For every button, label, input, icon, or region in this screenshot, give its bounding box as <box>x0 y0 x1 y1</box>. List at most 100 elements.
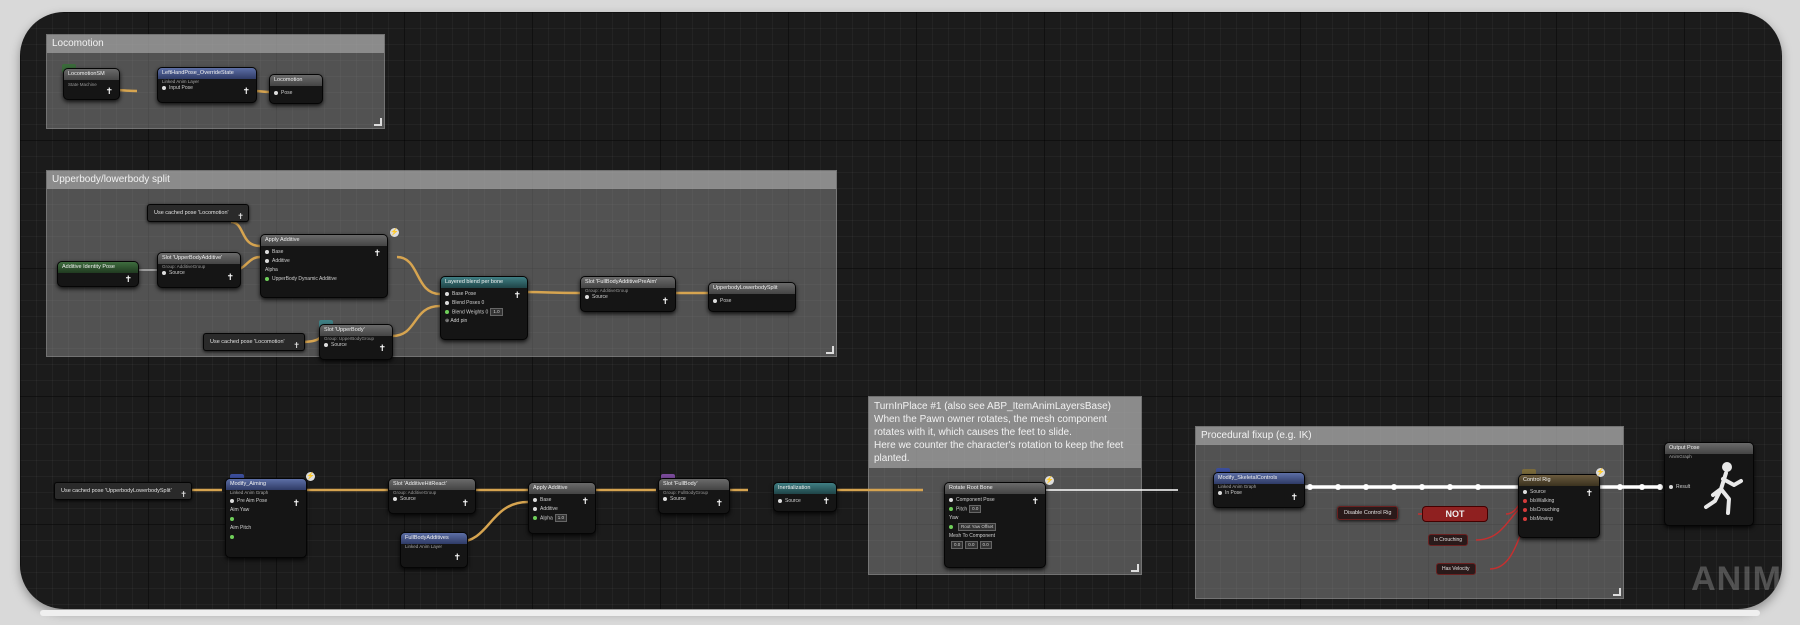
mesh-to-component-values[interactable]: 0.0 0.0 0.0 <box>949 541 1041 550</box>
alpha-value[interactable]: 1.0 <box>554 514 568 522</box>
fullbody-additives-node[interactable]: FullBodyAdditives Linked Anim Layer ✝ <box>400 532 468 568</box>
additive-pin[interactable]: Additive <box>265 257 383 266</box>
fast-path-icon: ⚡ <box>390 228 399 237</box>
input-pose-pin[interactable]: Input Pose <box>158 84 256 93</box>
node-title: Use cached pose 'Locomotion' <box>154 210 229 216</box>
aim-pitch-pin[interactable] <box>230 533 302 542</box>
pose-output-pin[interactable]: ✝ <box>581 497 589 506</box>
node-title: Use cached pose 'UpperbodyLowerbodySplit… <box>61 488 172 494</box>
aim-pitch-label: Aim Pitch <box>230 525 252 531</box>
pose-output-pin[interactable]: ✝ <box>715 499 723 508</box>
node-title: Is Crouching <box>1434 537 1463 543</box>
modify-skeletal-controls-node[interactable]: Modify_SkeletalControls Linked Anim Grap… <box>1213 472 1305 508</box>
pose-output-pin[interactable]: ✝ <box>293 342 300 350</box>
alpha-pin[interactable]: Alpha 1.0 <box>533 514 591 523</box>
aim-yaw-label: Aim Yaw <box>230 507 250 513</box>
pose-output-pin[interactable]: ✝ <box>461 499 469 508</box>
pose-output-pin[interactable]: ✝ <box>373 249 381 258</box>
result-pin[interactable]: Result <box>1669 483 1690 492</box>
pose-output-pin[interactable]: ✝ <box>105 87 113 96</box>
node-title: Use cached pose 'Locomotion' <box>210 339 285 345</box>
base-pose-pin[interactable]: Base Pose <box>445 290 523 299</box>
node-title: Slot 'FullBody' <box>659 479 729 490</box>
not-operator-node[interactable]: NOT <box>1422 506 1488 522</box>
node-title: LocomotionSM <box>64 69 119 80</box>
aim-yaw-pin[interactable] <box>230 515 302 524</box>
pre-aim-pose-pin[interactable]: Pre Aim Pose <box>230 497 302 506</box>
has-velocity-node[interactable]: Has Velocity <box>1436 563 1476 575</box>
node-title: Has Velocity <box>1442 566 1470 572</box>
pose-input-pin[interactable]: Pose <box>270 89 322 98</box>
fast-path-icon: ⚡ <box>1045 476 1054 485</box>
pose-output-pin[interactable]: ✝ <box>237 213 244 221</box>
apply-additive-node[interactable]: Apply Additive Base Additive Alpha Upper… <box>260 234 388 298</box>
source-pin[interactable]: Source <box>1523 488 1595 497</box>
cache-locomotion-node[interactable]: Locomotion Pose <box>269 74 323 104</box>
node-title: Apply Additive <box>529 483 595 494</box>
blend-weights-pin[interactable]: Blend Weights 0 1.0 <box>445 308 523 317</box>
base-pin[interactable]: Base <box>265 248 383 257</box>
is-moving-pin[interactable]: bIsMoving <box>1523 515 1595 524</box>
bottom-scrollbar[interactable] <box>40 610 1760 616</box>
apply-additive-node-2[interactable]: Apply Additive Base Additive Alpha 1.0 ✝ <box>528 482 596 534</box>
anim-graph-canvas[interactable]: Locomotion Upperbody/lowerbody split Tur… <box>20 12 1782 609</box>
yaw-value[interactable]: Root Yaw Offset <box>958 523 997 531</box>
node-title: Additive Identity Pose <box>58 262 138 273</box>
inertialization-node[interactable]: Inertialization Source ✝ <box>773 482 837 512</box>
slot-upperbody-node[interactable]: Slot 'UpperBody' Group: UpperBodyGroup S… <box>319 324 393 360</box>
pose-output-pin[interactable]: ✝ <box>226 273 234 282</box>
yaw-pin[interactable]: Root Yaw Offset <box>949 523 1041 532</box>
control-rig-node[interactable]: Control Rig Source bIsWalking bIsCrouchi… <box>1518 474 1600 538</box>
node-title: Disable Control Rig <box>1344 510 1392 516</box>
add-pin-button[interactable]: ⊕ Add pin <box>445 317 523 326</box>
blend-weight-value[interactable]: 1.0 <box>490 308 503 316</box>
modify-aiming-node[interactable]: Modify_Aiming Linked Anim Graph Pre Aim … <box>225 478 307 558</box>
use-cached-locomotion-node[interactable]: Use cached pose 'Locomotion' ✝ <box>147 204 249 222</box>
node-title: UpperbodyLowerbodySplit <box>709 283 795 294</box>
additive-identity-pose-node[interactable]: Additive Identity Pose ✝ <box>57 261 139 287</box>
is-crouching-pin[interactable]: bIsCrouching <box>1523 506 1595 515</box>
node-title: Apply Additive <box>261 235 387 246</box>
node-title: Control Rig <box>1519 475 1599 486</box>
pose-output-pin[interactable]: ✝ <box>822 497 830 506</box>
pose-output-pin[interactable]: ✝ <box>180 491 187 499</box>
pose-output-pin[interactable]: ✝ <box>242 87 250 96</box>
blend-poses-pin[interactable]: Blend Poses 0 <box>445 299 523 308</box>
node-title: Modify_SkeletalControls <box>1214 473 1304 484</box>
additive-pin[interactable]: Additive <box>533 505 591 514</box>
pose-output-pin[interactable]: ✝ <box>292 499 300 508</box>
is-walking-pin[interactable]: bIsWalking <box>1523 497 1595 506</box>
is-crouching-node[interactable]: Is Crouching <box>1428 534 1469 546</box>
pose-output-pin[interactable]: ✝ <box>1290 493 1298 502</box>
locomotion-state-machine-node[interactable]: LocomotionSM State Machine ✝ <box>63 68 120 100</box>
pose-output-pin[interactable]: ✝ <box>661 297 669 306</box>
pose-input-pin[interactable]: Pose <box>709 297 795 306</box>
rotate-root-bone-node[interactable]: Rotate Root Bone Component Pose Pitch 0.0… <box>944 482 1046 568</box>
cache-upper-lower-split-node[interactable]: UpperbodyLowerbodySplit Pose <box>708 282 796 312</box>
output-pose-node[interactable]: Output Pose AnimGraph Result <box>1664 442 1754 526</box>
node-title: Slot 'FullBodyAdditivePreAim' <box>581 277 675 288</box>
alpha-curve-value[interactable]: UpperBody Dynamic Additive <box>265 275 383 284</box>
pose-output-pin[interactable]: ✝ <box>1585 489 1593 498</box>
pitch-pin[interactable]: Pitch 0.0 <box>949 505 1041 514</box>
pose-output-pin[interactable]: ✝ <box>378 344 386 353</box>
use-cached-locomotion-node-2[interactable]: Use cached pose 'Locomotion' ✝ <box>203 333 305 351</box>
slot-additive-hit-react-node[interactable]: Slot 'AdditiveHitReact' Group: AdditiveG… <box>388 478 476 514</box>
pose-output-pin[interactable]: ✝ <box>513 291 521 300</box>
pose-output-pin[interactable]: ✝ <box>1031 497 1039 506</box>
fast-path-icon: ⚡ <box>306 472 315 481</box>
node-title: Slot 'AdditiveHitReact' <box>389 479 475 490</box>
pitch-value[interactable]: 0.0 <box>969 505 982 513</box>
layered-blend-per-bone-node[interactable]: Layered blend per bone Base Pose Blend P… <box>440 276 528 340</box>
node-subtitle: AnimGraph <box>1669 454 1692 459</box>
node-title: LeftHandPose_OverrideState <box>158 68 256 79</box>
pose-output-pin[interactable]: ✝ <box>124 275 132 284</box>
slot-upperbody-additive-node[interactable]: Slot 'UpperBodyAdditive' Group: Additive… <box>157 252 241 288</box>
pose-output-pin[interactable]: ✝ <box>453 553 461 562</box>
use-cached-split-node[interactable]: Use cached pose 'UpperbodyLowerbodySplit… <box>54 482 192 500</box>
left-hand-override-node[interactable]: LeftHandPose_OverrideState Linked Anim L… <box>157 67 257 103</box>
slot-fullbody-additive-preaim-node[interactable]: Slot 'FullBodyAdditivePreAim' Group: Add… <box>580 276 676 312</box>
slot-fullbody-node[interactable]: Slot 'FullBody' Group: FullBodyGroup Sou… <box>658 478 730 514</box>
component-pose-pin[interactable]: Component Pose <box>949 496 1041 505</box>
disable-control-rig-node[interactable]: Disable Control Rig <box>1337 506 1399 520</box>
